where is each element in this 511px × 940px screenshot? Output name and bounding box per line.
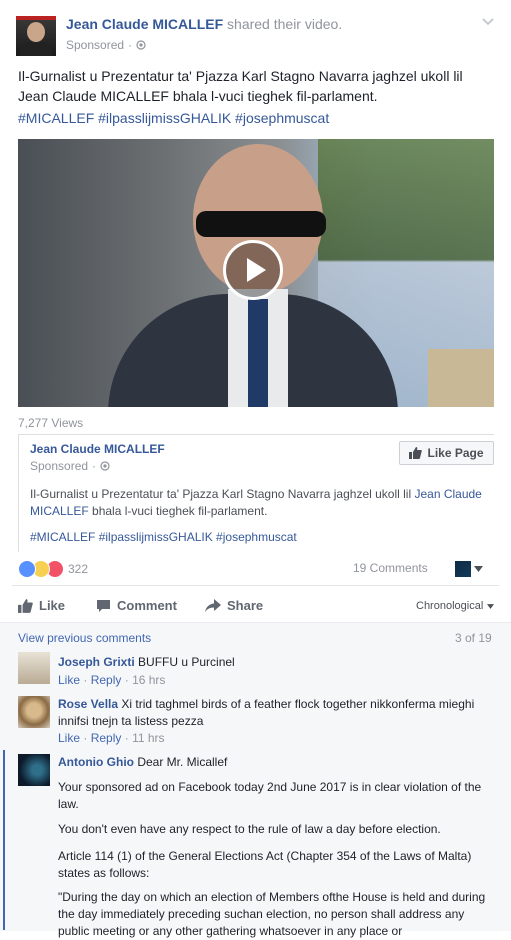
comments-page-count: 3 of 19 — [455, 631, 492, 645]
author-name-link[interactable]: Jean Claude MICALLEF — [66, 16, 223, 32]
comment-author-link[interactable]: Joseph Grixti — [58, 655, 135, 669]
thumbs-up-icon — [409, 447, 423, 459]
share-label: Share — [227, 598, 264, 613]
share-icon — [205, 598, 221, 612]
shared-author-link[interactable]: Jean Claude MICALLEF — [30, 442, 165, 456]
shared-hashtags[interactable]: #MICALLEF #ilpasslijmissGHALIK #josephmu… — [30, 530, 297, 544]
sort-label: Chronological — [416, 600, 484, 612]
dot-separator: · — [83, 673, 91, 687]
shared-text-end: bhala l-vuci tieghek fil-parlament. — [88, 504, 268, 518]
sort-dropdown[interactable]: Chronological — [416, 600, 495, 612]
comment-body: Antonio Ghio Dear Mr. Micallef — [58, 754, 227, 771]
view-previous-comments-link[interactable]: View previous comments — [18, 631, 151, 645]
comment-timestamp[interactable]: 11 hrs — [132, 731, 164, 745]
dot-separator: · — [128, 38, 133, 52]
comment-paragraph: You don't even have any respect to the r… — [58, 822, 441, 836]
divider — [12, 585, 499, 586]
comment-reply-link[interactable]: Reply — [91, 673, 122, 687]
like-label: Like — [39, 598, 66, 613]
shared-text-start: Il-Gurnalist u Prezentatur ta' Pjazza Ka… — [30, 487, 415, 501]
share-button[interactable]: Share — [205, 598, 263, 613]
page-avatar — [455, 561, 471, 577]
comment-paragraph: Article 114 (1) of the General Elections… — [58, 849, 472, 880]
comment-body: Joseph Grixti BUFFU u Purcinel — [58, 654, 235, 671]
like-button[interactable]: Like — [18, 598, 65, 613]
dot-separator: · — [83, 731, 91, 745]
caret-down-icon — [487, 603, 495, 609]
globe-icon — [100, 461, 110, 471]
comment-paragraph: Your sponsored ad on Facebook today 2nd … — [58, 780, 482, 811]
comment-paragraph: "During the day on which an election of … — [58, 890, 486, 938]
shared-sponsored-label[interactable]: Sponsored — [30, 459, 88, 473]
comment-highlight-bar — [3, 750, 5, 930]
sponsored-label[interactable]: Sponsored — [66, 38, 124, 52]
page-voice-selector[interactable] — [455, 561, 483, 577]
comment-button[interactable]: Comment — [96, 598, 177, 613]
video-player[interactable] — [18, 139, 494, 407]
play-icon — [247, 258, 266, 282]
comment-like-link[interactable]: Like — [58, 731, 80, 745]
play-button[interactable] — [223, 240, 283, 300]
like-page-label: Like Page — [427, 446, 484, 460]
comment-like-link[interactable]: Like — [58, 673, 80, 687]
thumbs-up-icon — [18, 598, 33, 613]
comment-actions: Like · Reply · 11 hrs — [58, 730, 165, 747]
caret-down-icon — [474, 566, 483, 572]
comment-text: Xi trid taghmel birds of a feather flock… — [58, 697, 475, 728]
comment-timestamp[interactable]: 16 hrs — [132, 673, 165, 687]
comment-avatar[interactable] — [18, 754, 50, 786]
comment-author-link[interactable]: Rose Vella — [58, 697, 118, 711]
reaction-count[interactable]: 322 — [68, 562, 88, 576]
comment-avatar[interactable] — [18, 696, 50, 728]
dot-separator: · — [92, 459, 97, 473]
comments-count-link[interactable]: 19 Comments — [353, 561, 428, 575]
view-count: 7,277 Views — [18, 416, 84, 430]
chevron-down-icon[interactable] — [482, 18, 494, 26]
globe-icon — [136, 40, 146, 50]
comment-text: Dear Mr. Micallef — [137, 755, 228, 769]
dot-separator: · — [124, 731, 133, 745]
comment-label: Comment — [117, 598, 177, 613]
shared-sponsored-line: Sponsored · — [30, 459, 110, 473]
comment-avatar[interactable] — [18, 652, 50, 684]
like-page-button[interactable]: Like Page — [399, 441, 494, 465]
comment-actions: Like · Reply · 16 hrs — [58, 672, 165, 689]
comment-reply-link[interactable]: Reply — [91, 731, 122, 745]
like-reaction-icon — [18, 560, 36, 578]
comment-text: BUFFU u Purcinel — [138, 655, 235, 669]
dot-separator: · — [124, 673, 133, 687]
comment-icon — [97, 599, 110, 612]
post-hashtags[interactable]: #MICALLEF #ilpasslijmissGHALIK #josephmu… — [18, 110, 329, 126]
reactions-summary[interactable]: 322 — [18, 560, 88, 578]
shared-text: Il-Gurnalist u Prezentatur ta' Pjazza Ka… — [30, 486, 490, 520]
comment-body: Rose Vella Xi trid taghmel birds of a fe… — [58, 696, 498, 730]
post-header-line: Jean Claude MICALLEF shared their video. — [66, 16, 342, 32]
author-avatar[interactable] — [16, 16, 56, 56]
post-action-text: shared their video. — [227, 16, 343, 32]
post-text: Il-Gurnalist u Prezentatur ta' Pjazza Ka… — [18, 68, 463, 104]
sponsored-line: Sponsored · — [66, 38, 146, 52]
comment-author-link[interactable]: Antonio Ghio — [58, 755, 134, 769]
